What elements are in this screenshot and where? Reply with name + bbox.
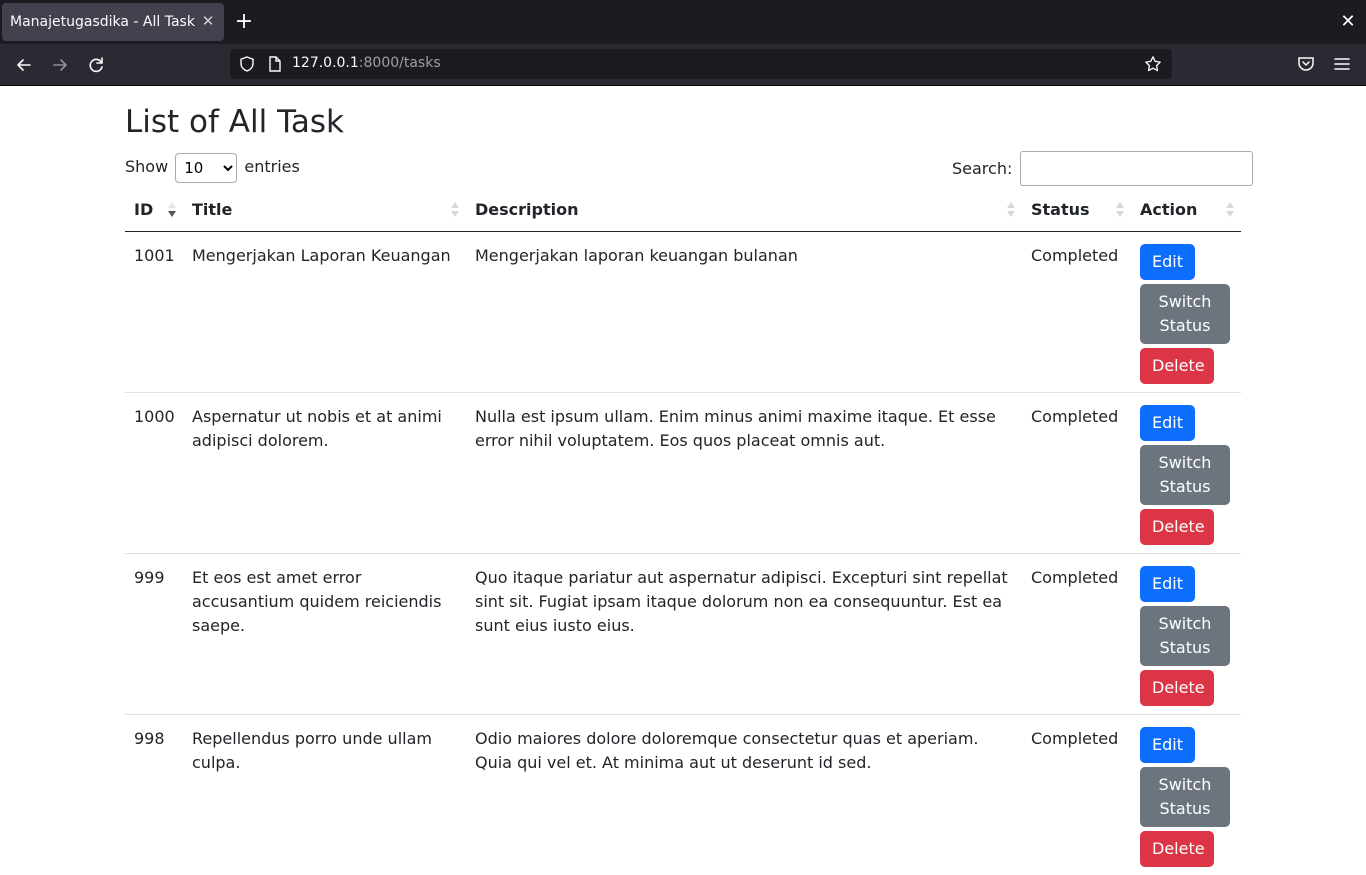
close-tab-icon[interactable]: ✕: [198, 11, 218, 31]
cell-status: Completed: [1022, 715, 1131, 875]
cell-title: Et eos est amet error accusantium quidem…: [183, 554, 466, 715]
edit-button[interactable]: Edit: [1140, 727, 1195, 763]
table-row: 998 Repellendus porro unde ullam culpa. …: [125, 715, 1241, 875]
browser-tab-bar: Manajetugasdika - All Task ✕ + ✕: [0, 0, 1366, 44]
url-text[interactable]: 127.0.0.1:8000/tasks: [292, 55, 441, 71]
column-header-description[interactable]: Description: [466, 188, 1022, 232]
table-header-row: ID Title Description Status Action: [125, 188, 1241, 232]
cell-status: Completed: [1022, 554, 1131, 715]
tab-title: Manajetugasdika - All Task: [10, 14, 195, 30]
delete-button[interactable]: Delete: [1140, 831, 1214, 867]
back-icon[interactable]: [11, 52, 37, 78]
browser-tab[interactable]: Manajetugasdika - All Task ✕: [2, 3, 224, 41]
cell-actions: Edit Switch Status Delete: [1131, 554, 1241, 715]
column-header-status[interactable]: Status: [1022, 188, 1131, 232]
search-input[interactable]: [1020, 151, 1253, 186]
page-icon[interactable]: [266, 55, 284, 73]
delete-button[interactable]: Delete: [1140, 348, 1214, 384]
entries-label: entries: [244, 157, 299, 176]
tasks-table: ID Title Description Status Action 1001 …: [125, 188, 1241, 875]
sort-icon: [1116, 202, 1125, 218]
entries-length-control: Show 10 entries: [125, 151, 300, 182]
cell-actions: Edit Switch Status Delete: [1131, 715, 1241, 875]
switch-status-button[interactable]: Switch Status: [1140, 445, 1230, 505]
switch-status-button[interactable]: Switch Status: [1140, 284, 1230, 344]
cell-title: Aspernatur ut nobis et at animi adipisci…: [183, 393, 466, 554]
edit-button[interactable]: Edit: [1140, 244, 1195, 280]
page-title: List of All Task: [125, 104, 344, 140]
cell-description: Mengerjakan laporan keuangan bulanan: [466, 232, 1022, 393]
switch-status-button[interactable]: Switch Status: [1140, 767, 1230, 827]
sort-icon: [1007, 202, 1016, 218]
table-row: 1001 Mengerjakan Laporan Keuangan Menger…: [125, 232, 1241, 393]
cell-id: 1001: [125, 232, 183, 393]
show-label: Show: [125, 157, 168, 176]
pocket-icon[interactable]: [1296, 54, 1316, 74]
table-row: 999 Et eos est amet error accusantium qu…: [125, 554, 1241, 715]
cell-description: Odio maiores dolore doloremque consectet…: [466, 715, 1022, 875]
close-window-icon[interactable]: ✕: [1336, 10, 1360, 34]
cell-id: 1000: [125, 393, 183, 554]
cell-status: Completed: [1022, 393, 1131, 554]
cell-actions: Edit Switch Status Delete: [1131, 232, 1241, 393]
forward-icon[interactable]: [47, 52, 73, 78]
delete-button[interactable]: Delete: [1140, 509, 1214, 545]
edit-button[interactable]: Edit: [1140, 405, 1195, 441]
sort-icon: [1226, 202, 1235, 218]
search-control: Search:: [952, 151, 1253, 186]
cell-actions: Edit Switch Status Delete: [1131, 393, 1241, 554]
sort-desc-icon: [168, 202, 177, 218]
column-header-title[interactable]: Title: [183, 188, 466, 232]
cell-title: Mengerjakan Laporan Keuangan: [183, 232, 466, 393]
search-label: Search:: [952, 151, 1012, 186]
menu-icon[interactable]: [1332, 54, 1352, 74]
url-bar[interactable]: 127.0.0.1:8000/tasks: [230, 49, 1172, 79]
cell-title: Repellendus porro unde ullam culpa.: [183, 715, 466, 875]
sort-icon: [451, 202, 460, 218]
cell-description: Nulla est ipsum ullam. Enim minus animi …: [466, 393, 1022, 554]
column-header-action[interactable]: Action: [1131, 188, 1241, 232]
cell-status: Completed: [1022, 232, 1131, 393]
cell-id: 998: [125, 715, 183, 875]
shield-icon[interactable]: [238, 55, 256, 73]
table-row: 1000 Aspernatur ut nobis et at animi adi…: [125, 393, 1241, 554]
reload-icon[interactable]: [83, 52, 109, 78]
switch-status-button[interactable]: Switch Status: [1140, 606, 1230, 666]
column-header-id[interactable]: ID: [125, 188, 183, 232]
bookmark-star-icon[interactable]: [1144, 55, 1162, 73]
delete-button[interactable]: Delete: [1140, 670, 1214, 706]
browser-nav-bar: 127.0.0.1:8000/tasks: [0, 44, 1366, 86]
cell-description: Quo itaque pariatur aut aspernatur adipi…: [466, 554, 1022, 715]
cell-id: 999: [125, 554, 183, 715]
new-tab-icon[interactable]: +: [232, 9, 256, 35]
entries-select[interactable]: 10: [175, 153, 237, 183]
edit-button[interactable]: Edit: [1140, 566, 1195, 602]
